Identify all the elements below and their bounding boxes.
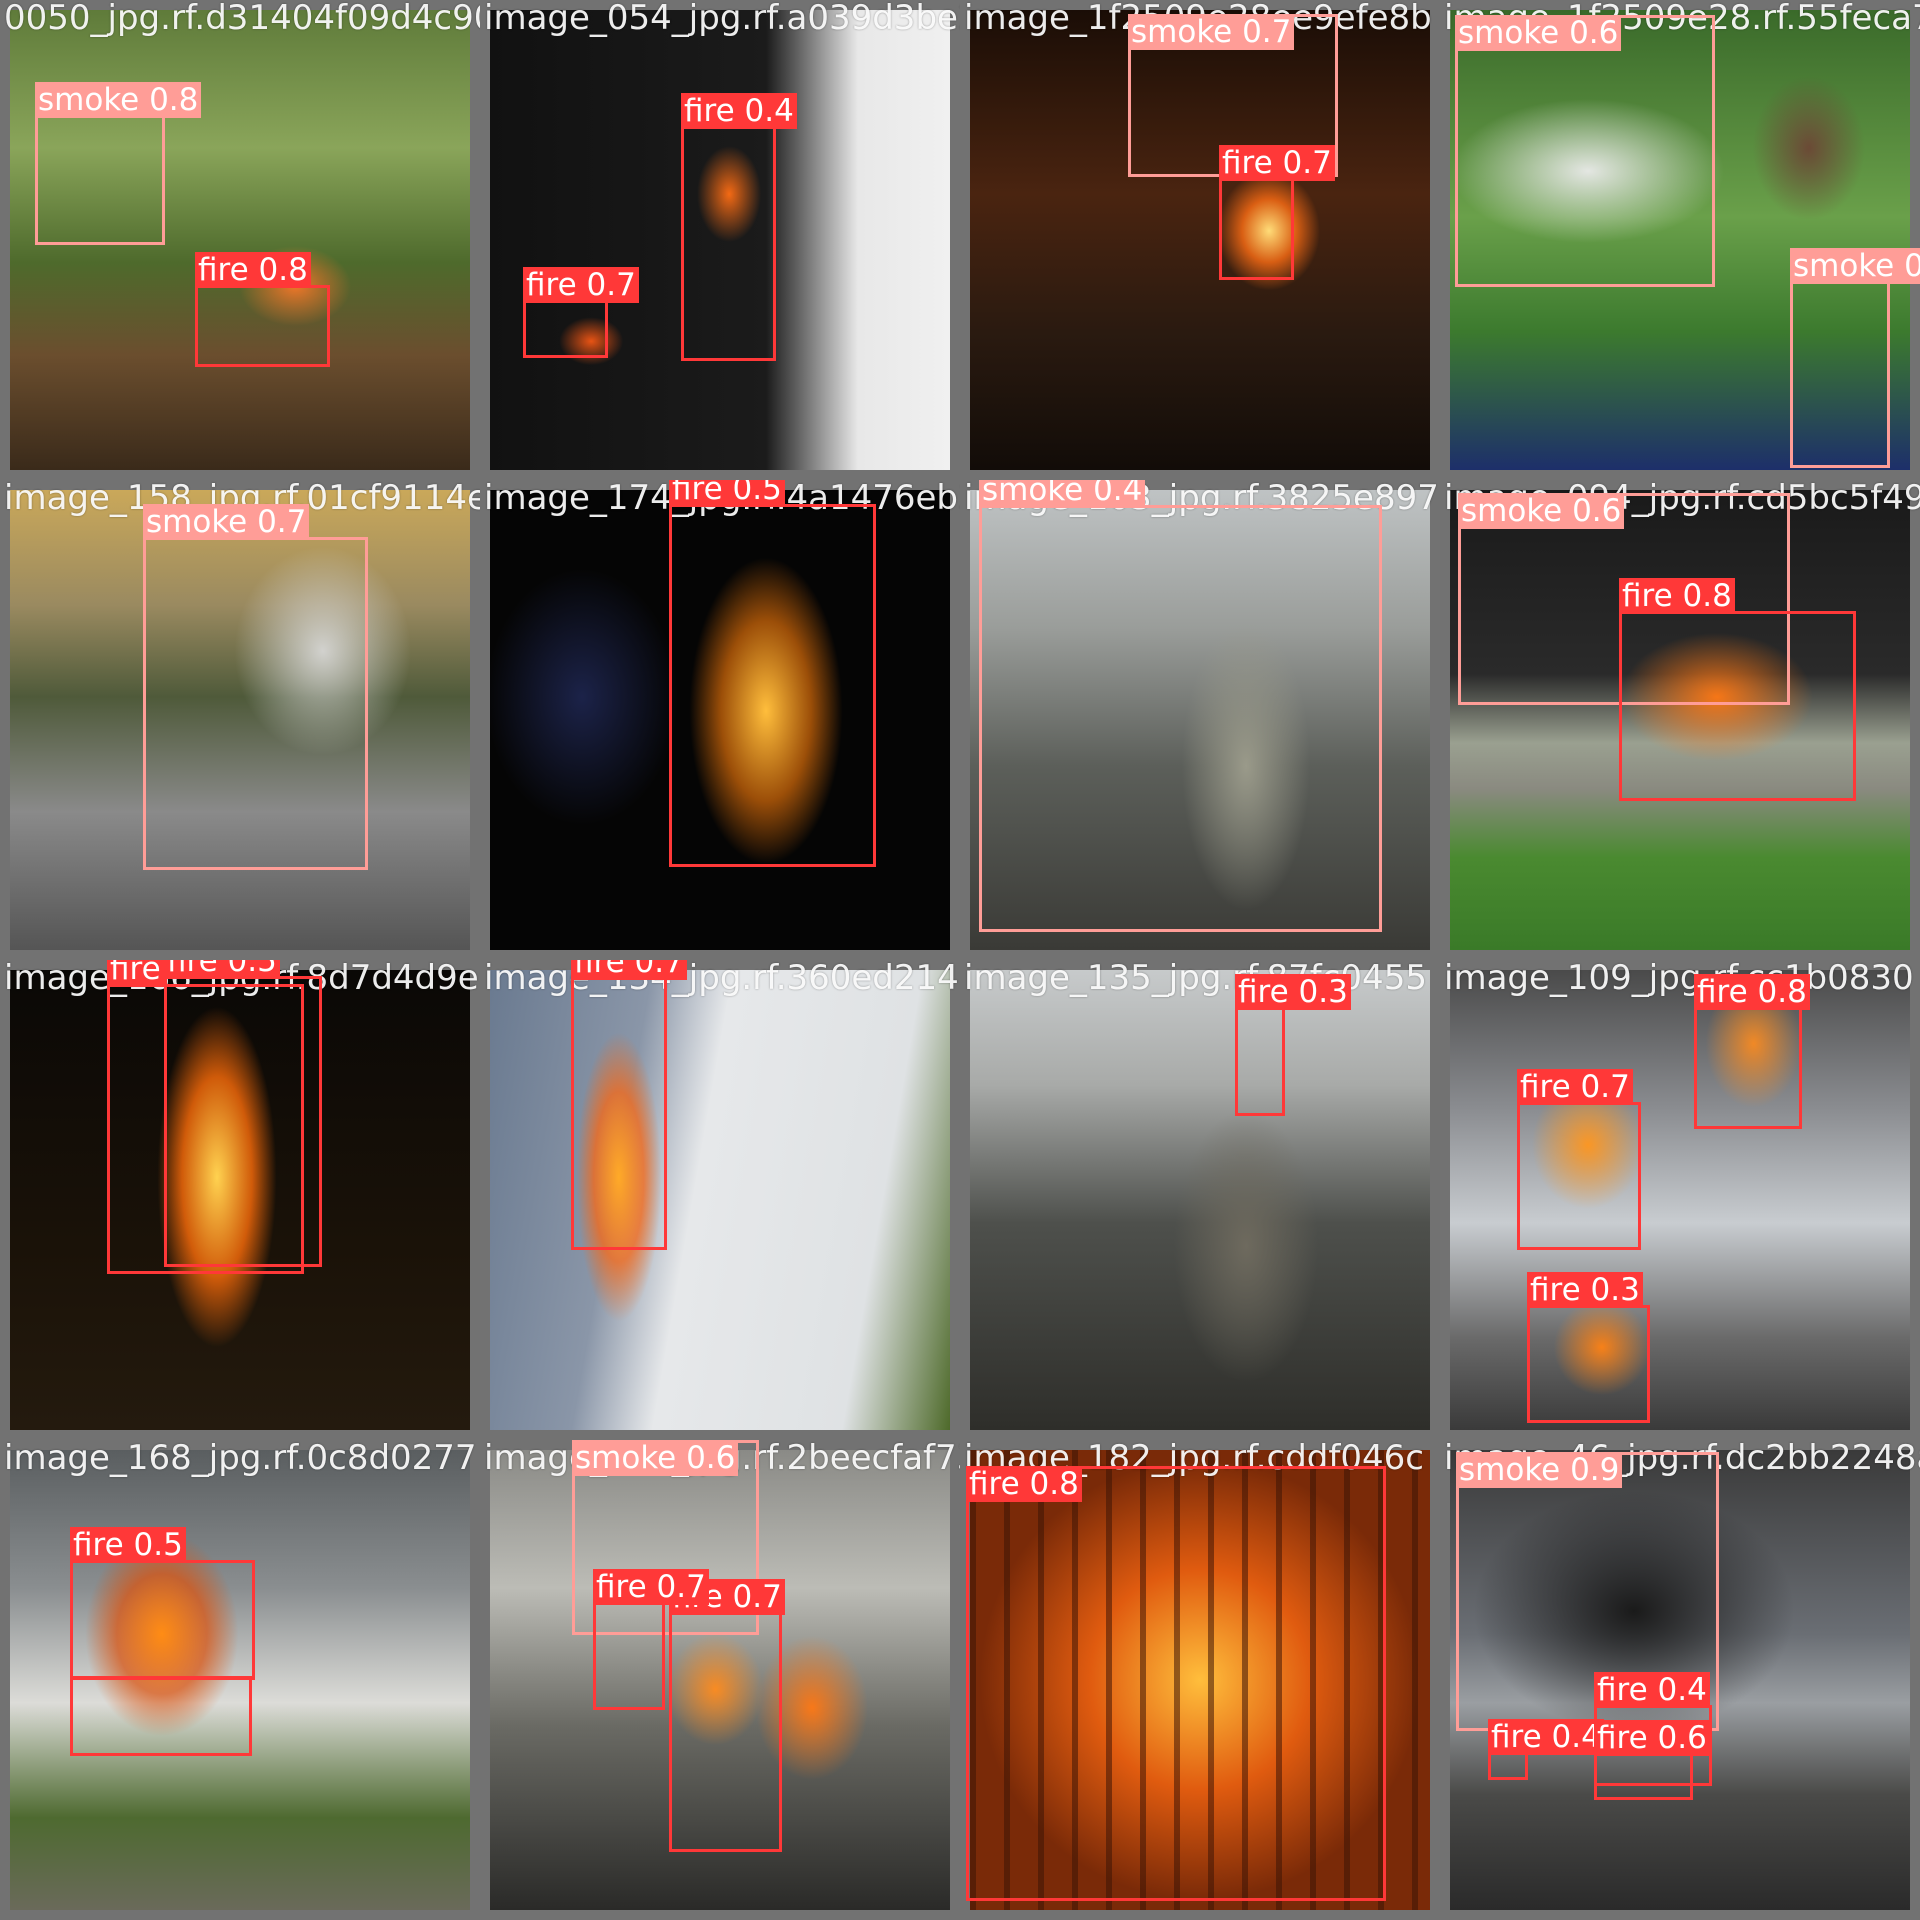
smoke-box: smoke 0.6 <box>1455 15 1715 287</box>
fire-box: smoke 0 <box>1790 248 1920 468</box>
tile-13: image_168_jpg.rf.0c8d0277 fire 0.5 <box>0 1440 480 1920</box>
detection-label: smoke 0 <box>1790 248 1920 284</box>
tile-9: image_166_jpg.rf.8d7d4d9e fire fire 0.5 <box>0 960 480 1440</box>
filename-label: 0050_jpg.rf.d31404f09d4c9092cd9c41b8dfa0… <box>4 0 480 38</box>
filename-label: image_109_jpg.rf.cc1b0830 <box>1444 960 1914 998</box>
tile-16: image_46_jpg.rf.dc2bb2248a smoke 0.9 fir… <box>1440 1440 1920 1920</box>
fire-box: fire 0.7 <box>1219 145 1335 280</box>
detection-label: fire 0.4 <box>1488 1719 1604 1755</box>
detection-label: fire <box>107 960 164 987</box>
detection-label: fire 0.7 <box>1517 1069 1633 1105</box>
fire-box: fire 0.7 <box>523 267 639 358</box>
detection-label: fire 0.7 <box>523 267 639 303</box>
filename-label: image_134_jpg.rf.360ed214 <box>484 960 959 998</box>
tile-1: 0050_jpg.rf.d31404f09d4c9092cd9c41b8dfa0… <box>0 0 480 480</box>
detection-label: smoke 0.6 <box>1455 15 1622 51</box>
tile-3: image_1f2509e28ee9efe8b smoke 0.7 fire 0… <box>960 0 1440 480</box>
fire-box: fire 0.5 <box>164 960 322 1267</box>
detection-label: fire 0.4 <box>1594 1672 1710 1708</box>
tile-12: image_109_jpg.rf.cc1b0830 fire 0.8 fire … <box>1440 960 1920 1440</box>
smoke-box: smoke 0.4 <box>979 480 1382 932</box>
tile-2: image_054_jpg.rf.a039d3be2d fire 0.4 fir… <box>480 0 960 480</box>
tile-4: image_1f2509e28.rf.55feca766 smoke 0.6 s… <box>1440 0 1920 480</box>
detection-label: fire 0.7 <box>571 960 687 980</box>
detection-label: fire 0.8 <box>1619 578 1735 614</box>
detection-label: fire 0.7 <box>1219 145 1335 181</box>
tile-15: image_182_jpg.rf.cddf046c fire 0.8 <box>960 1440 1440 1920</box>
fire-box: fire 0.3 <box>1235 974 1351 1116</box>
man-couch-photo <box>970 970 1430 1430</box>
filename-label: image_168_jpg.rf.0c8d0277 <box>4 1440 477 1478</box>
fire-box: fire 0.6 <box>1594 1720 1710 1800</box>
fire-box: fire 0.5 <box>669 480 876 867</box>
tile-11: image_135_jpg.rf.87fc0455 fire 0.3 <box>960 960 1440 1440</box>
fire-box <box>70 1676 252 1756</box>
fire-box: fire 0.8 <box>1694 974 1810 1129</box>
detection-label: fire 0.6 <box>1594 1720 1710 1756</box>
detection-label: fire 0.7 <box>593 1569 709 1605</box>
detection-label: smoke 0.7 <box>143 504 310 540</box>
detection-label: smoke 0.7 <box>1128 14 1295 50</box>
smoke-box: smoke 0.7 <box>143 504 368 870</box>
fire-box: fire 0.7 <box>571 960 687 1250</box>
detection-label: smoke 0.8 <box>35 82 202 118</box>
fire-box: fire 0.8 <box>195 252 330 367</box>
fire-box: fire 0.4 <box>681 93 797 361</box>
filename-label: image_054_jpg.rf.a039d3be2d <box>484 0 960 38</box>
detection-label: fire 0.5 <box>669 480 785 507</box>
detection-label: fire 0.4 <box>681 93 797 129</box>
fire-box: fire 0.5 <box>70 1527 255 1680</box>
filename-label: image_135_jpg.rf.87fc0455 <box>964 960 1427 998</box>
tile-14: image_176_jpg.rf.2beecfaf73 smoke 0.6 fi… <box>480 1440 960 1920</box>
tile-7: image_103_jpg.rf.3825e8971 smoke 0.4 <box>960 480 1440 960</box>
fire-box: fire 0.8 <box>1619 578 1856 801</box>
fire-box: fire 0.7 <box>1517 1069 1641 1250</box>
smoke-box: smoke 0.8 <box>35 82 202 245</box>
detection-label: smoke 0.9 <box>1456 1452 1623 1488</box>
detection-label: smoke 0.6 <box>1458 493 1625 529</box>
tile-8: image_094_jpg.rf.cd5bc5f49 smoke 0.6 fir… <box>1440 480 1920 960</box>
detection-label: fire 0.5 <box>164 960 280 979</box>
tile-5: image_158_jpg.rf.01cf9114e smoke 0.7 <box>0 480 480 960</box>
detection-label: fire 0.5 <box>70 1527 186 1563</box>
detection-label: smoke 0.6 <box>572 1440 739 1476</box>
fire-box: fire 0.7 <box>593 1569 709 1710</box>
fire-box: fire 0.8 <box>966 1466 1386 1901</box>
detection-label: smoke 0.4 <box>979 480 1146 508</box>
detection-label: fire 0.8 <box>1694 974 1810 1010</box>
detection-label: fire 0.8 <box>195 252 311 288</box>
detection-label: fire 0.3 <box>1235 974 1351 1010</box>
tile-10: image_134_jpg.rf.360ed214 fire 0.7 <box>480 960 960 1440</box>
fire-box: fire 0.7 <box>669 1579 785 1852</box>
detection-label: fire 0.8 <box>966 1466 1082 1502</box>
fire-box: fire 0.3 <box>1527 1272 1650 1423</box>
detection-grid: 0050_jpg.rf.d31404f09d4c9092cd9c41b8dfa0… <box>0 0 1920 1920</box>
fire-box: fire 0.4 <box>1488 1719 1604 1780</box>
truck-fire-photo <box>490 970 950 1430</box>
tile-6: image_174_jpg.rf.4a1476eb3 fire 0.5 <box>480 480 960 960</box>
detection-label: fire 0.3 <box>1527 1272 1643 1308</box>
